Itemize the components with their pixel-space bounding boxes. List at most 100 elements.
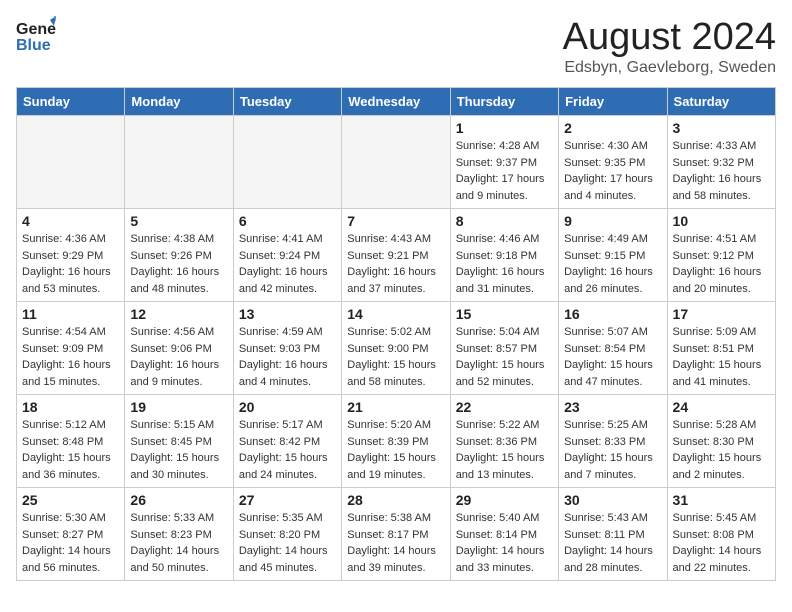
title-block: August 2024 Edsbyn, Gaevleborg, Sweden [563, 16, 776, 77]
day-info: Sunrise: 5:45 AM Sunset: 8:08 PM Dayligh… [673, 510, 770, 576]
day-info: Sunrise: 5:12 AM Sunset: 8:48 PM Dayligh… [22, 417, 119, 483]
calendar-cell [125, 116, 233, 209]
day-number: 20 [239, 399, 336, 415]
day-info: Sunrise: 4:49 AM Sunset: 9:15 PM Dayligh… [564, 231, 661, 297]
day-number: 16 [564, 306, 661, 322]
day-number: 24 [673, 399, 770, 415]
day-info: Sunrise: 5:28 AM Sunset: 8:30 PM Dayligh… [673, 417, 770, 483]
day-info: Sunrise: 5:38 AM Sunset: 8:17 PM Dayligh… [347, 510, 444, 576]
svg-text:General: General [16, 21, 56, 38]
calendar-cell [233, 116, 341, 209]
day-number: 11 [22, 306, 119, 322]
calendar-cell: 12 Sunrise: 4:56 AM Sunset: 9:06 PM Dayli… [125, 302, 233, 395]
day-number: 2 [564, 120, 661, 136]
weekday-header-monday: Monday [125, 88, 233, 116]
day-number: 31 [673, 492, 770, 508]
calendar-cell: 18Sunrise: 5:12 AM Sunset: 8:48 PM Dayli… [17, 395, 125, 488]
calendar-cell: 14 Sunrise: 5:02 AM Sunset: 9:00 PM Dayli… [342, 302, 450, 395]
calendar-cell: 10 Sunrise: 4:51 AM Sunset: 9:12 PM Dayli… [667, 209, 775, 302]
day-info: Sunrise: 4:54 AM Sunset: 9:09 PM Dayligh… [22, 324, 119, 390]
day-number: 7 [347, 213, 444, 229]
weekday-header-sunday: Sunday [17, 88, 125, 116]
day-number: 12 [130, 306, 227, 322]
calendar-cell: 7 Sunrise: 4:43 AM Sunset: 9:21 PM Daylig… [342, 209, 450, 302]
calendar-cell: 27 Sunrise: 5:35 AM Sunset: 8:20 PM Dayli… [233, 488, 341, 581]
calendar-cell [17, 116, 125, 209]
day-info: Sunrise: 5:25 AM Sunset: 8:33 PM Dayligh… [564, 417, 661, 483]
calendar-cell: 5Sunrise: 4:38 AM Sunset: 9:26 PM Daylig… [125, 209, 233, 302]
weekday-header-thursday: Thursday [450, 88, 558, 116]
day-number: 17 [673, 306, 770, 322]
day-number: 28 [347, 492, 444, 508]
day-info: Sunrise: 4:46 AM Sunset: 9:18 PM Dayligh… [456, 231, 553, 297]
day-info: Sunrise: 4:30 AM Sunset: 9:35 PM Dayligh… [564, 138, 661, 204]
day-info: Sunrise: 5:17 AM Sunset: 8:42 PM Dayligh… [239, 417, 336, 483]
calendar-cell: 6Sunrise: 4:41 AM Sunset: 9:24 PM Daylig… [233, 209, 341, 302]
day-info: Sunrise: 4:36 AM Sunset: 9:29 PM Dayligh… [22, 231, 119, 297]
day-info: Sunrise: 5:04 AM Sunset: 8:57 PM Dayligh… [456, 324, 553, 390]
calendar-cell: 1 Sunrise: 4:28 AM Sunset: 9:37 PM Daylig… [450, 116, 558, 209]
logo: GeneralBlue [16, 16, 60, 65]
svg-text:Blue: Blue [16, 37, 51, 54]
calendar-cell: 16Sunrise: 5:07 AM Sunset: 8:54 PM Dayli… [559, 302, 667, 395]
calendar-cell: 17Sunrise: 5:09 AM Sunset: 8:51 PM Dayli… [667, 302, 775, 395]
calendar-cell: 2 Sunrise: 4:30 AM Sunset: 9:35 PM Daylig… [559, 116, 667, 209]
calendar-cell: 13Sunrise: 4:59 AM Sunset: 9:03 PM Dayli… [233, 302, 341, 395]
day-info: Sunrise: 4:51 AM Sunset: 9:12 PM Dayligh… [673, 231, 770, 297]
day-info: Sunrise: 5:20 AM Sunset: 8:39 PM Dayligh… [347, 417, 444, 483]
calendar-subtitle: Edsbyn, Gaevleborg, Sweden [563, 59, 776, 77]
weekday-header-tuesday: Tuesday [233, 88, 341, 116]
calendar-table: SundayMondayTuesdayWednesdayThursdayFrid… [16, 87, 776, 581]
day-info: Sunrise: 4:28 AM Sunset: 9:37 PM Dayligh… [456, 138, 553, 204]
day-number: 8 [456, 213, 553, 229]
day-number: 27 [239, 492, 336, 508]
calendar-cell: 23Sunrise: 5:25 AM Sunset: 8:33 PM Dayli… [559, 395, 667, 488]
calendar-cell [342, 116, 450, 209]
calendar-week-row: 25Sunrise: 5:30 AM Sunset: 8:27 PM Dayli… [17, 488, 776, 581]
day-number: 1 [456, 120, 553, 136]
day-number: 9 [564, 213, 661, 229]
calendar-cell: 3 Sunrise: 4:33 AM Sunset: 9:32 PM Daylig… [667, 116, 775, 209]
day-info: Sunrise: 5:40 AM Sunset: 8:14 PM Dayligh… [456, 510, 553, 576]
calendar-cell: 8 Sunrise: 4:46 AM Sunset: 9:18 PM Daylig… [450, 209, 558, 302]
day-number: 14 [347, 306, 444, 322]
weekday-header-saturday: Saturday [667, 88, 775, 116]
day-number: 15 [456, 306, 553, 322]
day-info: Sunrise: 4:38 AM Sunset: 9:26 PM Dayligh… [130, 231, 227, 297]
page-header: GeneralBlue August 2024 Edsbyn, Gaevlebo… [16, 16, 776, 77]
calendar-cell: 22Sunrise: 5:22 AM Sunset: 8:36 PM Dayli… [450, 395, 558, 488]
day-number: 19 [130, 399, 227, 415]
day-info: Sunrise: 4:56 AM Sunset: 9:06 PM Dayligh… [130, 324, 227, 390]
day-number: 13 [239, 306, 336, 322]
day-info: Sunrise: 5:43 AM Sunset: 8:11 PM Dayligh… [564, 510, 661, 576]
calendar-cell: 19 Sunrise: 5:15 AM Sunset: 8:45 PM Dayli… [125, 395, 233, 488]
calendar-cell: 9 Sunrise: 4:49 AM Sunset: 9:15 PM Daylig… [559, 209, 667, 302]
day-number: 10 [673, 213, 770, 229]
day-number: 22 [456, 399, 553, 415]
calendar-week-row: 11 Sunrise: 4:54 AM Sunset: 9:09 PM Dayli… [17, 302, 776, 395]
calendar-cell: 11 Sunrise: 4:54 AM Sunset: 9:09 PM Dayli… [17, 302, 125, 395]
calendar-header-row: SundayMondayTuesdayWednesdayThursdayFrid… [17, 88, 776, 116]
day-number: 3 [673, 120, 770, 136]
calendar-week-row: 4 Sunrise: 4:36 AM Sunset: 9:29 PM Daylig… [17, 209, 776, 302]
weekday-header-friday: Friday [559, 88, 667, 116]
day-number: 29 [456, 492, 553, 508]
day-info: Sunrise: 5:35 AM Sunset: 8:20 PM Dayligh… [239, 510, 336, 576]
day-number: 21 [347, 399, 444, 415]
calendar-cell: 26Sunrise: 5:33 AM Sunset: 8:23 PM Dayli… [125, 488, 233, 581]
calendar-week-row: 18Sunrise: 5:12 AM Sunset: 8:48 PM Dayli… [17, 395, 776, 488]
calendar-cell: 31 Sunrise: 5:45 AM Sunset: 8:08 PM Dayli… [667, 488, 775, 581]
weekday-header-wednesday: Wednesday [342, 88, 450, 116]
day-info: Sunrise: 5:02 AM Sunset: 9:00 PM Dayligh… [347, 324, 444, 390]
calendar-cell: 4 Sunrise: 4:36 AM Sunset: 9:29 PM Daylig… [17, 209, 125, 302]
calendar-cell: 25Sunrise: 5:30 AM Sunset: 8:27 PM Dayli… [17, 488, 125, 581]
day-info: Sunrise: 5:15 AM Sunset: 8:45 PM Dayligh… [130, 417, 227, 483]
day-info: Sunrise: 4:43 AM Sunset: 9:21 PM Dayligh… [347, 231, 444, 297]
day-number: 6 [239, 213, 336, 229]
day-number: 4 [22, 213, 119, 229]
calendar-cell: 29 Sunrise: 5:40 AM Sunset: 8:14 PM Dayli… [450, 488, 558, 581]
calendar-cell: 30 Sunrise: 5:43 AM Sunset: 8:11 PM Dayli… [559, 488, 667, 581]
calendar-cell: 28 Sunrise: 5:38 AM Sunset: 8:17 PM Dayli… [342, 488, 450, 581]
day-info: Sunrise: 4:33 AM Sunset: 9:32 PM Dayligh… [673, 138, 770, 204]
day-number: 30 [564, 492, 661, 508]
